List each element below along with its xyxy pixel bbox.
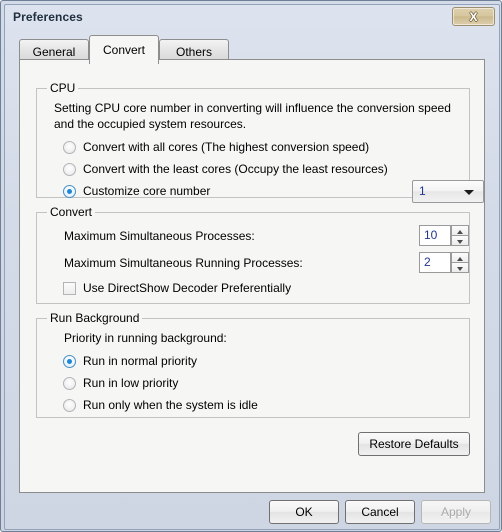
spinner-value[interactable]: 2 — [419, 252, 451, 273]
radio-convert-least-cores[interactable]: Convert with the least cores (Occupy the… — [63, 162, 388, 176]
spinner-buttons — [451, 225, 469, 246]
radio-label: Run in low priority — [83, 376, 179, 390]
radio-label: Convert with all cores (The highest conv… — [83, 140, 370, 154]
cpu-description: Setting CPU core number in converting wi… — [54, 101, 451, 131]
group-cpu: CPU Setting CPU core number in convertin… — [36, 81, 484, 203]
radio-label: Customize core number — [83, 184, 211, 198]
label-max-simultaneous-processes: Maximum Simultaneous Processes: — [64, 229, 255, 243]
tab-panel-convert: CPU Setting CPU core number in convertin… — [19, 59, 485, 493]
chevron-down-icon — [464, 190, 474, 195]
window-title: Preferences — [13, 10, 83, 24]
apply-button: Apply — [421, 500, 491, 524]
core-number-combo[interactable]: 1 — [412, 180, 484, 203]
radio-customize-core-number[interactable]: Customize core number — [63, 184, 210, 198]
spinner-buttons — [451, 252, 469, 273]
label-priority-in-running-background: Priority in running background: — [64, 331, 227, 345]
radio-indicator — [63, 376, 76, 390]
title-bar: Preferences X — [5, 5, 499, 31]
spinner-down-icon[interactable] — [451, 235, 469, 246]
radio-run-normal-priority[interactable]: Run in normal priority — [63, 354, 197, 368]
radio-label: Convert with the least cores (Occupy the… — [83, 162, 388, 176]
group-run-background-title: Run Background — [47, 311, 143, 325]
radio-indicator — [63, 140, 76, 154]
cancel-button[interactable]: Cancel — [345, 500, 415, 524]
ok-button[interactable]: OK — [269, 500, 339, 524]
close-button[interactable]: X — [452, 7, 495, 26]
core-number-value: 1 — [419, 184, 426, 198]
group-convert: Convert Maximum Simultaneous Processes: … — [36, 205, 470, 304]
label-max-simultaneous-running-processes: Maximum Simultaneous Running Processes: — [64, 256, 303, 270]
radio-indicator — [63, 398, 76, 412]
window-inner-frame: Preferences X General Convert Others CPU… — [4, 4, 500, 530]
radio-label: Run only when the system is idle — [83, 398, 258, 412]
radio-label: Run in normal priority — [83, 354, 198, 368]
checkbox-label: Use DirectShow Decoder Preferentially — [83, 281, 292, 295]
dialog-body: General Convert Others CPU Setting CPU c… — [10, 31, 494, 526]
checkbox-indicator — [63, 281, 76, 295]
radio-indicator — [63, 162, 76, 176]
radio-run-only-when-idle[interactable]: Run only when the system is idle — [63, 398, 258, 412]
checkbox-use-directshow-decoder[interactable]: Use DirectShow Decoder Preferentially — [63, 281, 291, 295]
radio-run-low-priority[interactable]: Run in low priority — [63, 376, 178, 390]
restore-defaults-button[interactable]: Restore Defaults — [358, 432, 470, 456]
spinner-value[interactable]: 10 — [419, 225, 451, 246]
group-run-background: Run Background Priority in running backg… — [36, 311, 470, 418]
spinner-down-icon[interactable] — [451, 262, 469, 273]
group-convert-title: Convert — [47, 205, 96, 219]
close-icon: X — [469, 9, 478, 24]
dialog-footer: OK Cancel Apply — [10, 499, 494, 526]
radio-indicator — [63, 184, 76, 198]
preferences-window: Preferences X General Convert Others CPU… — [0, 0, 502, 532]
radio-indicator — [63, 354, 76, 368]
radio-convert-all-cores[interactable]: Convert with all cores (The highest conv… — [63, 140, 369, 154]
tab-convert[interactable]: Convert — [89, 35, 159, 64]
group-cpu-title: CPU — [47, 81, 79, 95]
